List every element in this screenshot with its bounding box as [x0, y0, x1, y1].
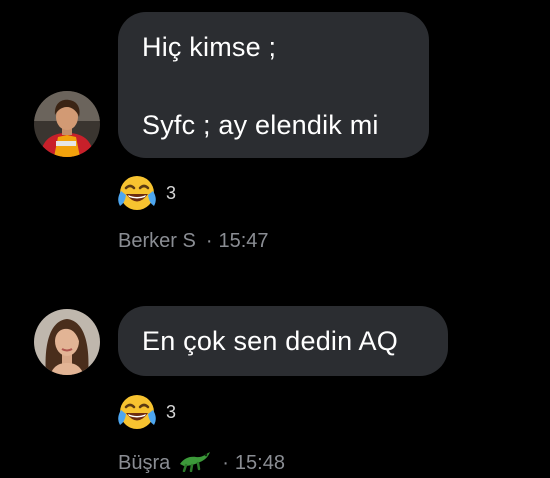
- meta-separator: ·: [222, 451, 229, 474]
- reaction-chip-1[interactable]: 3: [116, 173, 176, 213]
- tears-of-joy-emoji-icon: [116, 392, 158, 432]
- message-time: 15:48: [234, 451, 285, 474]
- meta-separator: ·: [205, 230, 213, 252]
- message-bubble-1[interactable]: Hiç kimse ; Syfc ; ay elendik mi: [118, 12, 429, 158]
- woman-avatar-icon: [34, 309, 100, 375]
- message-text-line: Syfc ; ay elendik mi: [142, 110, 379, 140]
- sender-name[interactable]: Büşra: [118, 452, 170, 475]
- message-time: 15:47: [218, 230, 269, 252]
- crocodile-icon: [178, 448, 212, 478]
- message-text-line: Hiç kimse ;: [142, 32, 277, 62]
- sender-avatar-berker[interactable]: [34, 91, 100, 157]
- reaction-count: 3: [166, 401, 177, 422]
- message-text-line: En çok sen dedin AQ: [142, 326, 398, 356]
- message-meta-2: Büşra · 15:48: [118, 448, 285, 478]
- reaction-count: 3: [166, 182, 177, 203]
- message-bubble-2[interactable]: En çok sen dedin AQ: [118, 306, 448, 376]
- message-meta-1: Berker S · 15:47: [118, 230, 269, 253]
- sender-name[interactable]: Berker S: [118, 230, 196, 253]
- footballer-avatar-icon: [34, 91, 100, 157]
- reaction-chip-2[interactable]: 3: [116, 392, 176, 432]
- tears-of-joy-emoji-icon: [116, 173, 158, 213]
- sender-avatar-busra[interactable]: [34, 309, 100, 375]
